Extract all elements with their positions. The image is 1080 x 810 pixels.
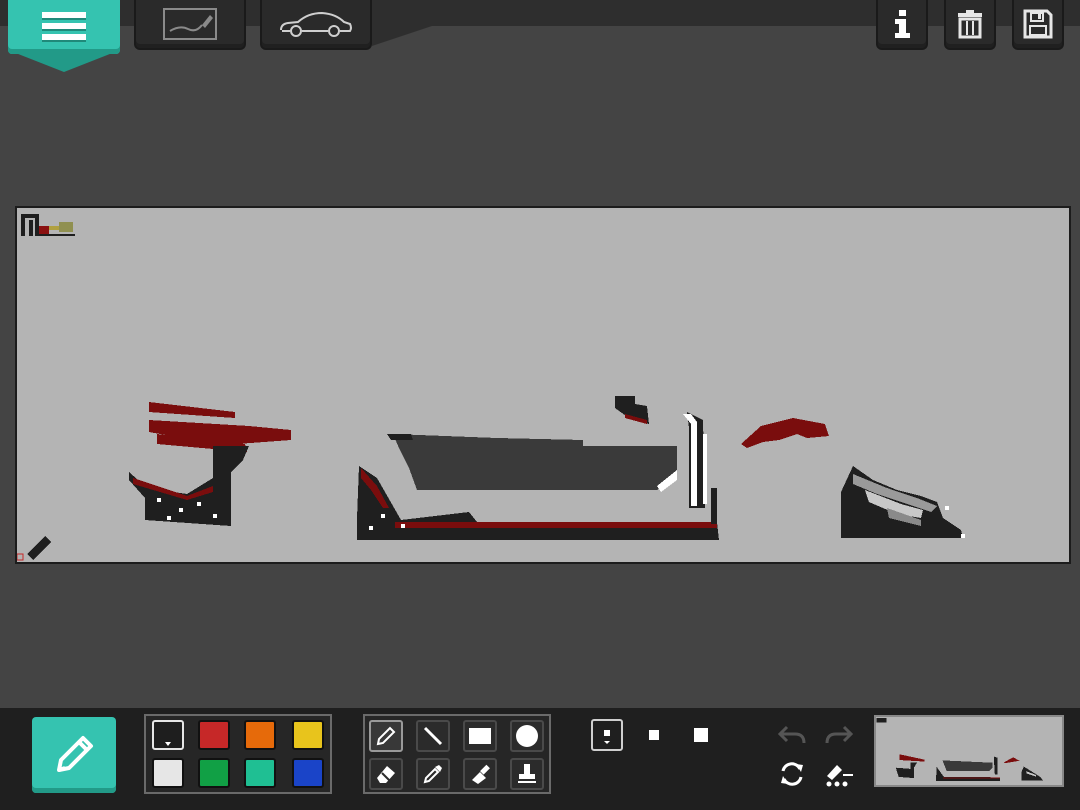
swatch-orange[interactable] <box>244 720 276 750</box>
brush-dot-large-icon <box>694 728 708 742</box>
swatch-red[interactable] <box>198 720 230 750</box>
selected-marker-icon <box>165 742 171 746</box>
eraser-icon <box>377 766 395 783</box>
drawing-canvas[interactable] <box>15 206 1071 564</box>
circle-icon <box>516 725 538 747</box>
pencil-cursor-icon <box>16 536 51 561</box>
artwork-logo <box>21 214 75 236</box>
brush-dot-small-icon <box>604 730 610 744</box>
sketch-mode-button[interactable] <box>134 0 246 50</box>
brush-size-small[interactable] <box>591 719 623 751</box>
refresh-icon <box>781 762 803 786</box>
info-icon <box>895 10 910 38</box>
artwork-chassis <box>357 396 829 540</box>
tool-rectangle[interactable] <box>463 720 497 752</box>
tool-fill[interactable] <box>463 758 497 790</box>
swatch-blue[interactable] <box>292 758 324 788</box>
color-palette <box>144 714 332 794</box>
canvas-preview-thumbnail[interactable] <box>874 715 1064 787</box>
stamp-icon <box>518 764 536 783</box>
trash-icon <box>958 10 982 39</box>
menu-button[interactable] <box>8 0 120 74</box>
swatch-green[interactable] <box>198 758 230 788</box>
redo-button[interactable] <box>821 718 857 750</box>
artwork-rear-diffuser <box>841 466 965 538</box>
tool-palette <box>363 714 551 794</box>
clear-drawing-button[interactable] <box>821 758 857 790</box>
undo-icon <box>777 725 806 744</box>
spray-icon <box>472 764 490 784</box>
brush-size-large[interactable] <box>685 719 717 751</box>
save-button[interactable] <box>1012 0 1064 50</box>
top-toolbar <box>0 0 1080 72</box>
eyedropper-icon <box>423 765 442 784</box>
artwork-front-wing <box>129 402 291 526</box>
info-button[interactable] <box>876 0 928 50</box>
car-view-button[interactable] <box>260 0 372 50</box>
car-outline-icon <box>280 11 352 37</box>
tool-line[interactable] <box>416 720 450 752</box>
rectangle-icon <box>469 728 491 744</box>
draw-mode-button[interactable] <box>32 717 116 793</box>
redo-icon <box>825 725 854 744</box>
brush-size-medium[interactable] <box>638 719 670 751</box>
tool-eraser[interactable] <box>369 758 403 790</box>
pencil-icon <box>376 726 396 746</box>
tool-eyedropper[interactable] <box>416 758 450 790</box>
undo-button[interactable] <box>774 718 810 750</box>
brush-dot-medium-icon <box>649 730 659 740</box>
menu-button-arrow <box>8 50 120 72</box>
save-floppy-icon <box>1023 9 1053 39</box>
line-icon <box>423 726 443 746</box>
tool-stamp[interactable] <box>510 758 544 790</box>
pencil-icon <box>57 736 93 772</box>
sketch-canvas-icon <box>163 8 217 40</box>
swatch-yellow[interactable] <box>292 720 324 750</box>
tool-pencil[interactable] <box>369 720 403 752</box>
refresh-button[interactable] <box>774 758 810 790</box>
canvas-artwork <box>16 214 965 561</box>
preview-artwork <box>876 718 1044 781</box>
trash-button[interactable] <box>944 0 996 50</box>
swatch-teal[interactable] <box>244 758 276 788</box>
tool-circle[interactable] <box>510 720 544 752</box>
clear-drawing-icon <box>826 765 853 787</box>
top-toolbar-slope <box>372 26 432 46</box>
swatch-white[interactable] <box>152 758 184 788</box>
swatch-black[interactable] <box>152 720 184 750</box>
hamburger-menu-icon <box>42 12 86 45</box>
